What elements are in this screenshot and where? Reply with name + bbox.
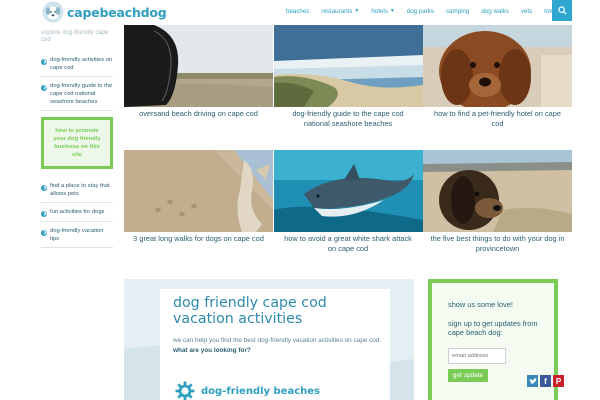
- nav-label: hotels: [371, 7, 388, 15]
- search-button[interactable]: [552, 0, 572, 21]
- sidebar-heading: explore dog-friendly cape cod: [41, 30, 109, 43]
- article-title: 3 great long walks for dogs on cape cod: [133, 234, 264, 243]
- sidebar-item-fun-activities[interactable]: fun activities for dogs: [41, 203, 113, 222]
- article-title: dog-friendly guide to the cape cod natio…: [292, 109, 404, 128]
- chevron-right-icon: [41, 185, 47, 191]
- chevron-right-icon: [41, 85, 47, 91]
- sidebar-item-label: fun activities for dogs: [50, 209, 105, 215]
- seashore-image: [273, 25, 423, 107]
- article-card[interactable]: dog-friendly guide to the cape cod natio…: [273, 25, 423, 129]
- nav-restaurants[interactable]: restaurants ▼: [315, 8, 365, 15]
- facebook-icon[interactable]: f: [540, 375, 551, 387]
- nav-camping[interactable]: camping: [440, 8, 475, 15]
- promote-business-link[interactable]: how to promote your dog friendly busines…: [41, 117, 113, 169]
- article-card[interactable]: how to find a pet-friendly hotel on cape…: [423, 25, 572, 129]
- twitter-icon[interactable]: [527, 375, 538, 387]
- provincetown-dog-image: [423, 150, 572, 232]
- chevron-right-icon: [41, 211, 47, 217]
- article-title: how to avoid a great white shark attack …: [284, 234, 412, 253]
- pet-friendly-hotel-image: [423, 25, 572, 107]
- nav-vets[interactable]: vets: [515, 8, 538, 15]
- article-card[interactable]: oversand beach driving on cape cod: [124, 25, 273, 119]
- get-update-button[interactable]: get update: [448, 369, 488, 382]
- logo-text: capebeachdog: [67, 4, 167, 20]
- sidebar-item-vacation-tips[interactable]: dog-friendly vacation tips: [41, 222, 113, 248]
- sidebar-item-label: find a place to stay that allows pets: [50, 183, 110, 197]
- caret-down-icon: ▼: [354, 8, 360, 14]
- nav-label: restaurants: [321, 7, 353, 15]
- nav-label: dog walks: [481, 7, 509, 15]
- article-card[interactable]: how to avoid a great white shark attack …: [273, 150, 423, 254]
- sidebar-item-place-to-stay[interactable]: find a place to stay that allows pets: [41, 177, 113, 203]
- activity-label: dog-friendly beaches: [201, 385, 321, 397]
- promo-label: how to promote your dog friendly busines…: [53, 128, 101, 158]
- email-field[interactable]: [448, 348, 506, 364]
- article-title: oversand beach driving on cape cod: [139, 109, 258, 118]
- activities-question: what are you looking for?: [173, 347, 251, 354]
- nav-beaches[interactable]: beaches: [280, 8, 315, 15]
- nav-label: dog parks: [406, 7, 434, 15]
- activities-description: we can help you find the best dog-friend…: [173, 336, 383, 356]
- sidebar-item-label: dog-friendly vacation tips: [50, 228, 104, 242]
- pinterest-icon[interactable]: P: [553, 375, 564, 387]
- nav-hotels[interactable]: hotels ▼: [365, 8, 400, 15]
- social-links: f P: [527, 375, 566, 387]
- site-logo[interactable]: capebeachdog: [42, 0, 167, 24]
- gear-icon: [175, 381, 195, 400]
- chevron-right-icon: [41, 230, 47, 236]
- nav-dog-parks[interactable]: dog parks: [401, 8, 440, 15]
- beach-driving-image: [124, 25, 273, 107]
- activity-beaches-link[interactable]: dog-friendly beaches: [175, 381, 320, 400]
- sidebar-item-label: dog-friendly guide to the cape cod natio…: [50, 83, 113, 105]
- caret-down-icon: ▼: [389, 8, 395, 14]
- nav-label: beaches: [286, 7, 310, 15]
- activities-card: dog friendly cape cod vacation activitie…: [160, 289, 390, 400]
- article-title: the five best things to do with your dog…: [430, 234, 565, 253]
- nav-label: camping: [445, 7, 470, 15]
- chevron-right-icon: [41, 59, 47, 65]
- main-nav: beaches restaurants ▼ hotels ▼ dog parks c…: [280, 0, 573, 22]
- nav-label: vets: [520, 7, 533, 15]
- sidebar-item-activities[interactable]: dog-friendly activities on cape cod: [41, 51, 113, 77]
- sidebar-item-label: dog-friendly activities on cape cod: [50, 57, 113, 71]
- nav-dog-walks[interactable]: dog walks: [475, 8, 515, 15]
- long-walk-image: [124, 150, 273, 232]
- search-icon: [557, 6, 567, 15]
- sidebar-item-seashore-guide[interactable]: dog-friendly guide to the cape cod natio…: [41, 77, 113, 111]
- article-card[interactable]: the five best things to do with your dog…: [423, 150, 572, 254]
- activities-desc-text: we can help you find the best dog-friend…: [173, 337, 382, 344]
- article-title: how to find a pet-friendly hotel on cape…: [434, 109, 561, 128]
- signup-heading: show us some love!: [448, 300, 513, 309]
- article-card[interactable]: 3 great long walks for dogs on cape cod: [124, 150, 273, 244]
- activities-title: dog friendly cape cod vacation activitie…: [173, 295, 327, 327]
- activities-panel: dog friendly cape cod vacation activitie…: [124, 279, 414, 400]
- shark-image: [273, 150, 423, 232]
- site-header: capebeachdog beaches restaurants ▼ hotels…: [0, 0, 600, 24]
- dog-logo-icon: [42, 1, 64, 23]
- signup-text: sign up to get updates from cape beach d…: [448, 319, 538, 337]
- sidebar: explore dog-friendly cape cod dog-friend…: [41, 30, 113, 248]
